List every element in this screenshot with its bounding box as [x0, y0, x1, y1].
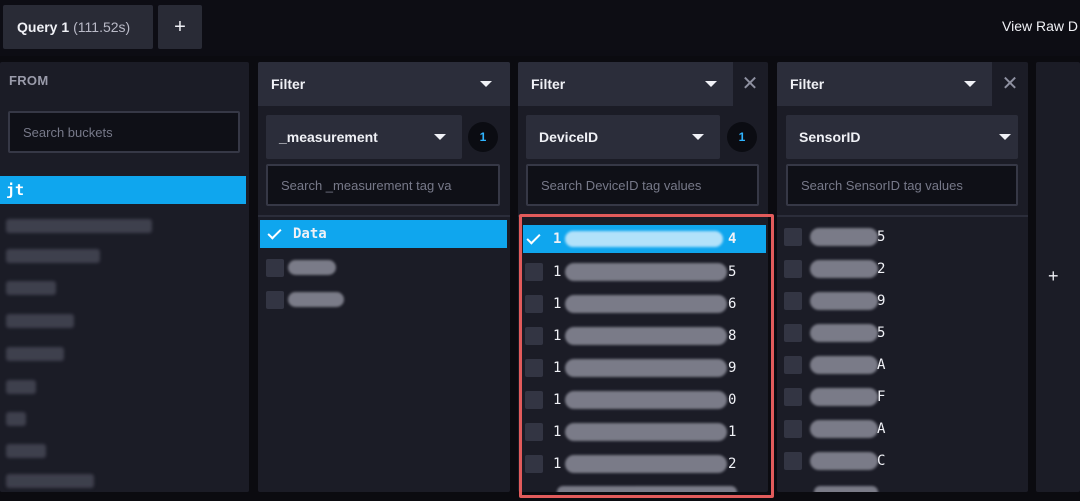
tag-value-row[interactable]: A — [782, 415, 1022, 443]
close-icon[interactable]: ✕ — [998, 72, 1022, 96]
tag-value-suffix: A — [877, 421, 886, 437]
filter-panel-measurement: Filter _measurement 1 Search _measuremen… — [258, 62, 510, 492]
filter-header-label: Filter — [271, 76, 306, 92]
tag-value-row[interactable]: 9 — [782, 287, 1022, 315]
filter-function-select[interactable]: Filter — [258, 62, 510, 106]
chevron-down-icon — [964, 81, 976, 87]
bucket-item-jt[interactable]: jt — [0, 176, 246, 204]
bucket-list: jt — [0, 167, 249, 492]
divider — [258, 215, 510, 217]
query-tab[interactable]: Query 1 (111.52s) — [3, 5, 153, 49]
chevron-down-icon — [480, 81, 492, 87]
checkbox[interactable] — [784, 388, 802, 406]
search-measurement-input[interactable]: Search _measurement tag va — [266, 164, 500, 206]
bucket-item[interactable] — [0, 307, 246, 335]
bucket-item[interactable] — [0, 437, 246, 465]
tag-value-row[interactable] — [260, 254, 507, 282]
filter-panel-sensorid: Filter ✕ SensorID Search SensorID tag va… — [777, 62, 1028, 492]
highlight-box — [519, 214, 774, 498]
tag-value-row[interactable]: C — [782, 447, 1022, 475]
query-toolbar: Query 1 (111.52s) + View Raw D — [0, 0, 1080, 56]
tag-key-select[interactable]: _measurement — [266, 115, 462, 159]
bucket-item[interactable] — [0, 340, 246, 368]
chevron-down-icon — [999, 134, 1011, 140]
tag-value-row[interactable]: 5 — [782, 319, 1022, 347]
tag-value-row[interactable] — [260, 286, 507, 314]
tag-value-row[interactable] — [782, 480, 1022, 492]
tag-value-suffix: C — [877, 453, 886, 469]
tag-value-suffix: F — [877, 389, 886, 405]
filter-header-label: Filter — [790, 76, 825, 92]
checkbox[interactable] — [784, 260, 802, 278]
checkbox[interactable] — [784, 292, 802, 310]
from-panel: FROM Search buckets jt — [0, 62, 249, 492]
filter-function-select[interactable]: Filter — [518, 62, 733, 106]
view-raw-data-toggle[interactable]: View Raw D — [1002, 18, 1078, 34]
tag-value-row[interactable]: 5 — [782, 223, 1022, 251]
query-tab-time: (111.52s) — [73, 19, 131, 35]
tag-key-label: DeviceID — [539, 129, 599, 145]
tag-value-suffix: 2 — [877, 261, 886, 277]
tag-key-label: _measurement — [279, 129, 378, 145]
bucket-item[interactable] — [0, 373, 246, 401]
checkbox[interactable] — [266, 291, 284, 309]
tag-key-select[interactable]: SensorID — [786, 115, 1018, 159]
checkbox[interactable] — [784, 452, 802, 470]
plus-icon: + — [174, 15, 186, 38]
add-filter-plus-icon[interactable]: + — [1048, 266, 1059, 287]
tag-value-label: Data — [293, 226, 327, 242]
filter-function-select[interactable]: Filter — [777, 62, 992, 106]
tag-value-suffix: 9 — [877, 293, 886, 309]
bucket-label: jt — [6, 181, 25, 199]
tag-key-select[interactable]: DeviceID — [526, 115, 720, 159]
tag-value-row[interactable]: F — [782, 383, 1022, 411]
bucket-item[interactable] — [0, 242, 246, 270]
filter-header-label: Filter — [531, 76, 566, 92]
search-sensorid-input[interactable]: Search SensorID tag values — [786, 164, 1018, 206]
chevron-down-icon — [434, 134, 446, 140]
chevron-down-icon — [705, 81, 717, 87]
checkbox[interactable] — [784, 324, 802, 342]
tag-key-label: SensorID — [799, 129, 861, 145]
tag-value-suffix: A — [877, 357, 886, 373]
tag-value-suffix: 5 — [877, 325, 886, 341]
from-title: FROM — [9, 73, 49, 88]
divider — [777, 215, 1028, 217]
tag-value-row[interactable]: A — [782, 351, 1022, 379]
checkbox[interactable] — [784, 356, 802, 374]
chevron-down-icon — [692, 134, 704, 140]
checkbox[interactable] — [784, 420, 802, 438]
bucket-item[interactable] — [0, 467, 246, 492]
checkbox-checked-icon[interactable] — [266, 225, 284, 243]
tag-value-suffix: 5 — [877, 229, 886, 245]
add-query-button[interactable]: + — [158, 5, 202, 49]
bucket-item[interactable] — [0, 212, 246, 240]
search-buckets-input[interactable]: Search buckets — [8, 111, 240, 153]
checkbox[interactable] — [784, 228, 802, 246]
checkbox[interactable] — [266, 259, 284, 277]
selected-count-badge: 1 — [727, 122, 757, 152]
bucket-item[interactable] — [0, 405, 246, 433]
selected-count-badge: 1 — [468, 122, 498, 152]
bucket-item[interactable] — [0, 274, 246, 302]
tag-value-row[interactable]: Data — [260, 220, 507, 248]
tag-value-row[interactable]: 2 — [782, 255, 1022, 283]
close-icon[interactable]: ✕ — [738, 72, 762, 96]
query-tab-label: Query 1 — [17, 19, 70, 35]
search-deviceid-input[interactable]: Search DeviceID tag values — [526, 164, 759, 206]
